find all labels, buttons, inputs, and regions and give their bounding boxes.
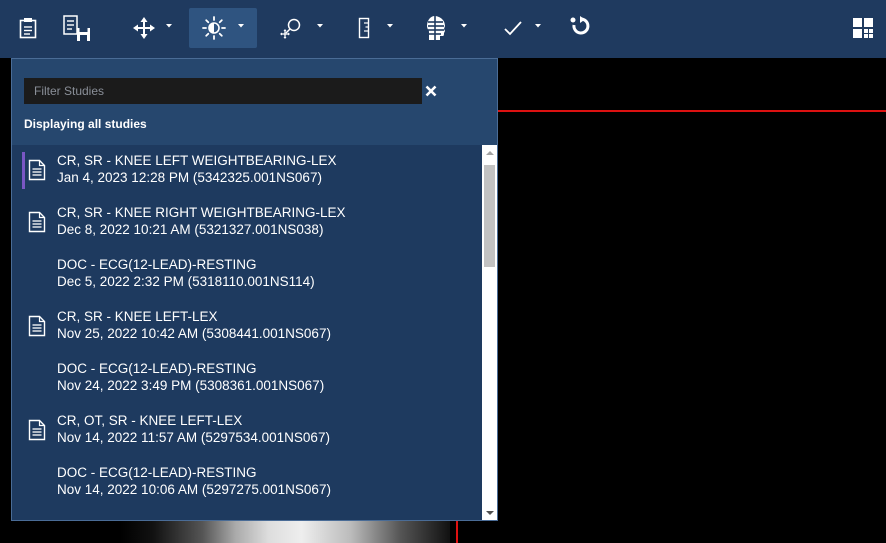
study-browser-header: Displaying all studies xyxy=(12,59,497,145)
clear-filter-button[interactable] xyxy=(420,80,442,102)
report-document-icon xyxy=(28,211,46,233)
measure-dropdown-chevron-down-icon[interactable] xyxy=(385,20,395,30)
study-count-status: Displaying all studies xyxy=(24,117,147,131)
scroll-up-button[interactable] xyxy=(482,145,497,160)
study-description: CR, SR - KNEE RIGHT WEIGHTBEARING-LEX xyxy=(57,205,346,220)
checkmark-icon xyxy=(504,21,522,36)
zoom-dropdown-chevron-down-icon[interactable] xyxy=(315,20,325,30)
study-list-item[interactable]: CR, SR - KNEE RIGHT WEIGHTBEARING-LEX Dec… xyxy=(12,197,480,245)
study-list[interactable]: CR, SR - KNEE LEFT WEIGHTBEARING-LEX Jan … xyxy=(12,145,480,520)
study-date-accession: Jan 4, 2023 12:28 PM (5342325.001NS067) xyxy=(57,170,322,185)
chevron-down-icon xyxy=(485,510,494,515)
study-list-item[interactable]: CR, SR - KNEE LEFT-LEX Nov 25, 2022 10:42… xyxy=(12,301,480,349)
anatomy-tool-button[interactable] xyxy=(418,8,454,48)
pan-tool-button[interactable] xyxy=(122,8,166,48)
layout-grid-icon xyxy=(853,18,873,38)
window-level-tool-button[interactable] xyxy=(189,8,257,48)
study-description: DOC - ECG(12-LEAD)-RESTING xyxy=(57,465,257,480)
scroll-down-button[interactable] xyxy=(482,505,497,520)
selected-study-marker xyxy=(22,152,25,189)
approve-dropdown-chevron-down-icon[interactable] xyxy=(533,20,543,30)
study-date-accession: Dec 5, 2022 2:32 PM (5318110.001NS114) xyxy=(57,274,315,289)
zoom-icon xyxy=(280,18,301,39)
anatomy-icon xyxy=(427,16,445,40)
main-toolbar xyxy=(0,0,886,58)
anatomy-dropdown-chevron-down-icon[interactable] xyxy=(459,20,469,30)
study-list-item[interactable]: DOC - ECG(12-LEAD)-RESTING Nov 14, 2022 1… xyxy=(12,457,480,505)
report-document-icon xyxy=(28,315,46,337)
filter-studies-input[interactable] xyxy=(24,78,422,104)
study-list-scrollbar[interactable] xyxy=(482,145,497,520)
study-list-item[interactable]: DOC - ECG(12-LEAD)-RESTING Nov 24, 2022 3… xyxy=(12,353,480,401)
study-description: DOC - ECG(12-LEAD)-RESTING xyxy=(57,257,257,272)
study-date-accession: Nov 14, 2022 10:06 AM (5297275.001NS067) xyxy=(57,482,331,497)
study-description: CR, SR - KNEE LEFT-LEX xyxy=(57,309,218,324)
measure-tool-button[interactable] xyxy=(352,8,376,48)
study-date-accession: Dec 8, 2022 10:21 AM (5321327.001NS038) xyxy=(57,222,324,237)
window-level-dropdown-chevron-down-icon[interactable] xyxy=(236,20,246,30)
layout-button[interactable] xyxy=(846,8,880,48)
save-series-icon xyxy=(63,15,90,41)
study-date-accession: Nov 24, 2022 3:49 PM (5308361.001NS067) xyxy=(57,378,325,393)
window-level-icon xyxy=(202,16,226,40)
close-icon xyxy=(425,85,437,97)
clipboard-icon xyxy=(19,18,37,39)
study-list-item[interactable]: CR, SR - KNEE LEFT WEIGHTBEARING-LEX Jan … xyxy=(12,145,480,193)
zoom-tool-button[interactable] xyxy=(272,8,312,48)
approve-tool-button[interactable] xyxy=(496,8,530,48)
ruler-icon xyxy=(358,17,370,39)
report-document-icon xyxy=(28,419,46,441)
study-date-accession: Nov 25, 2022 10:42 AM (5308441.001NS067) xyxy=(57,326,331,341)
report-document-icon xyxy=(28,159,46,181)
pan-dropdown-chevron-down-icon[interactable] xyxy=(164,20,174,30)
study-description: CR, OT, SR - KNEE LEFT-LEX xyxy=(57,413,243,428)
study-browser-panel: Displaying all studies CR, SR - KNEE LEF… xyxy=(11,58,498,521)
reset-icon xyxy=(570,16,590,35)
scrollbar-thumb[interactable] xyxy=(484,165,495,267)
save-series-button[interactable] xyxy=(56,8,98,48)
reset-button[interactable] xyxy=(564,8,596,48)
chevron-up-icon xyxy=(485,150,494,155)
pan-icon xyxy=(133,17,155,39)
study-description: DOC - ECG(12-LEAD)-RESTING xyxy=(57,361,257,376)
study-list-item[interactable]: CR, OT, SR - KNEE LEFT-LEX Nov 14, 2022 1… xyxy=(12,405,480,453)
study-description: CR, SR - KNEE LEFT WEIGHTBEARING-LEX xyxy=(57,153,337,168)
clipboard-button[interactable] xyxy=(14,8,42,48)
study-date-accession: Nov 14, 2022 11:57 AM (5297534.001NS067) xyxy=(57,430,330,445)
active-viewport-frame[interactable] xyxy=(456,110,886,543)
study-list-item[interactable]: DOC - ECG(12-LEAD)-RESTING Dec 5, 2022 2:… xyxy=(12,249,480,297)
